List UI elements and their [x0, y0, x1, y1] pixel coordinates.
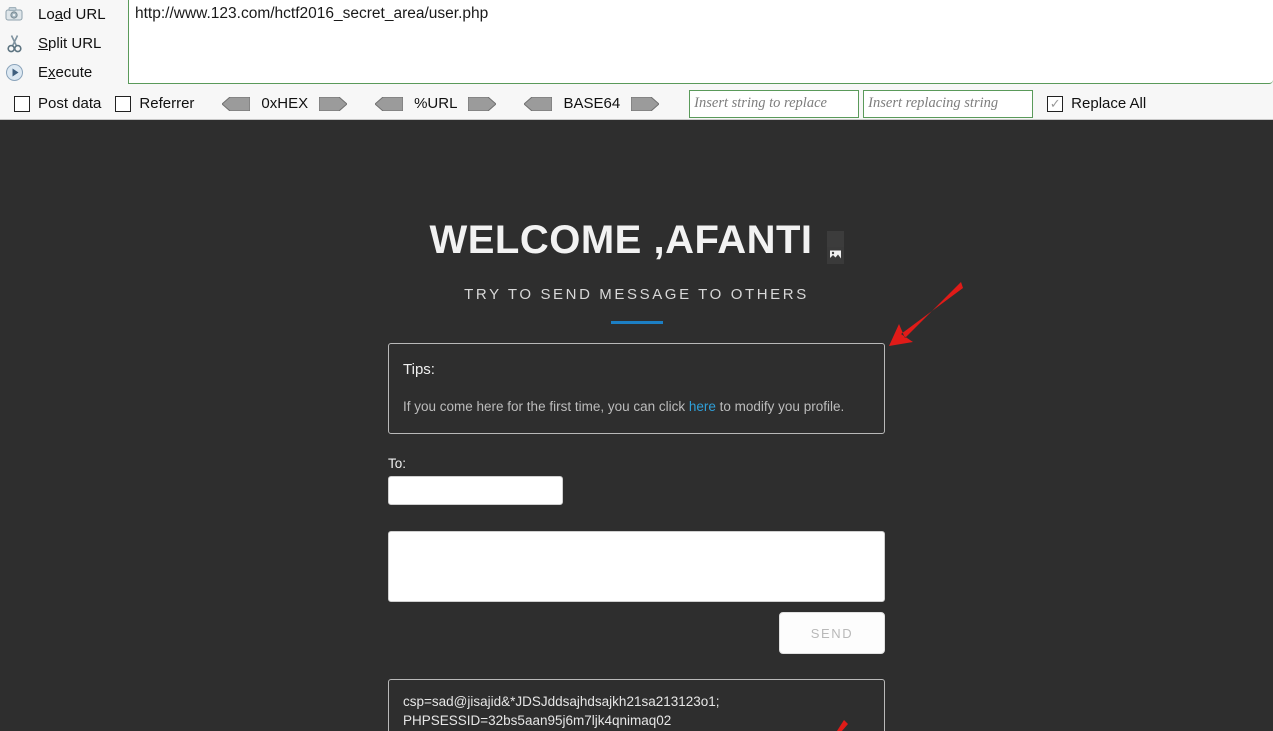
replace-all-label: Replace All: [1071, 95, 1147, 112]
to-field-label: To:: [388, 456, 407, 471]
url-encoder-group: %URL: [374, 95, 498, 112]
tips-profile-link[interactable]: here: [689, 399, 716, 414]
page-title: WELCOME ,AFANTI: [0, 120, 1273, 264]
base64-encode-arrow-right-icon[interactable]: [630, 96, 660, 111]
play-icon: [0, 60, 28, 86]
form-container: Tips: If you come here for the first tim…: [388, 343, 885, 731]
load-url-button[interactable]: Load URL: [0, 0, 106, 29]
hackbar-toolbar: Load URL Split URL Execute http://www.12…: [0, 0, 1273, 120]
post-data-checkbox-box[interactable]: [14, 95, 30, 112]
title-divider: [610, 321, 663, 324]
hex-decode-arrow-left-icon[interactable]: [221, 96, 251, 111]
load-url-label: Load URL: [38, 6, 106, 23]
post-data-checkbox[interactable]: Post data: [14, 95, 101, 112]
send-button[interactable]: SEND: [779, 612, 885, 654]
base64-encoder-group: BASE64: [523, 95, 660, 112]
message-textarea[interactable]: [388, 531, 885, 602]
url-decode-arrow-left-icon[interactable]: [374, 96, 404, 111]
broken-image-icon: [826, 230, 844, 264]
hero-section: WELCOME ,AFANTI TRY TO SEND MESSAGE TO O…: [0, 120, 1273, 324]
referrer-checkbox[interactable]: Referrer: [115, 95, 194, 112]
hex-encoder-label: 0xHEX: [261, 95, 309, 112]
url-encoder-label: %URL: [414, 95, 458, 112]
split-url-button[interactable]: Split URL: [0, 29, 101, 58]
url-input[interactable]: http://www.123.com/hctf2016_secret_area/…: [128, 0, 1273, 84]
to-input[interactable]: [388, 476, 563, 505]
page-content: WELCOME ,AFANTI TRY TO SEND MESSAGE TO O…: [0, 120, 1273, 731]
tips-panel: Tips: If you come here for the first tim…: [388, 343, 885, 434]
tips-text-after: to modify you profile.: [715, 399, 845, 414]
post-data-label: Post data: [38, 95, 102, 112]
referrer-label: Referrer: [139, 95, 195, 112]
hex-encode-arrow-right-icon[interactable]: [318, 96, 348, 111]
base64-encoder-label: BASE64: [563, 95, 621, 112]
referrer-checkbox-box[interactable]: [115, 95, 132, 112]
page-title-text: WELCOME ,AFANTI: [429, 218, 813, 262]
replace-all-checkbox[interactable]: ✓ Replace All: [1047, 95, 1146, 112]
tips-title: Tips:: [403, 361, 435, 378]
split-url-label: Split URL: [38, 35, 102, 52]
cookie-line-phpsessid: PHPSESSID=32bs5aan95j6m7ljk4qnimaq02: [403, 713, 672, 728]
hackbar-action-list: Load URL Split URL Execute: [0, 0, 124, 88]
replace-all-checkbox-box[interactable]: ✓: [1047, 95, 1064, 112]
hackbar-options-row: Post data Referrer 0xHEX %URL BASE64 Ins…: [0, 88, 1273, 119]
url-encode-arrow-right-icon[interactable]: [467, 96, 498, 111]
cookie-display-box: csp=sad@jisajid&*JDSJddsajhdsajkh21sa213…: [388, 679, 885, 731]
base64-decode-arrow-left-icon[interactable]: [523, 96, 553, 111]
send-button-row: SEND: [388, 612, 885, 654]
cookie-line-csp: csp=sad@jisajid&*JDSJddsajhdsajkh21sa213…: [403, 694, 720, 709]
scissors-icon: [0, 31, 28, 57]
load-url-icon: [0, 2, 28, 28]
execute-button[interactable]: Execute: [0, 58, 92, 87]
page-subtitle: TRY TO SEND MESSAGE TO OTHERS: [464, 286, 809, 303]
hex-encoder-group: 0xHEX: [221, 95, 348, 112]
tips-text: If you come here for the first time, you…: [403, 399, 870, 414]
checkmark-icon: ✓: [1049, 96, 1061, 111]
replace-with-input[interactable]: Insert replacing string: [863, 89, 1034, 118]
execute-label: Execute: [38, 64, 93, 81]
tips-text-before: If you come here for the first time, you…: [403, 399, 689, 414]
replace-find-input[interactable]: Insert string to replace: [689, 89, 860, 118]
